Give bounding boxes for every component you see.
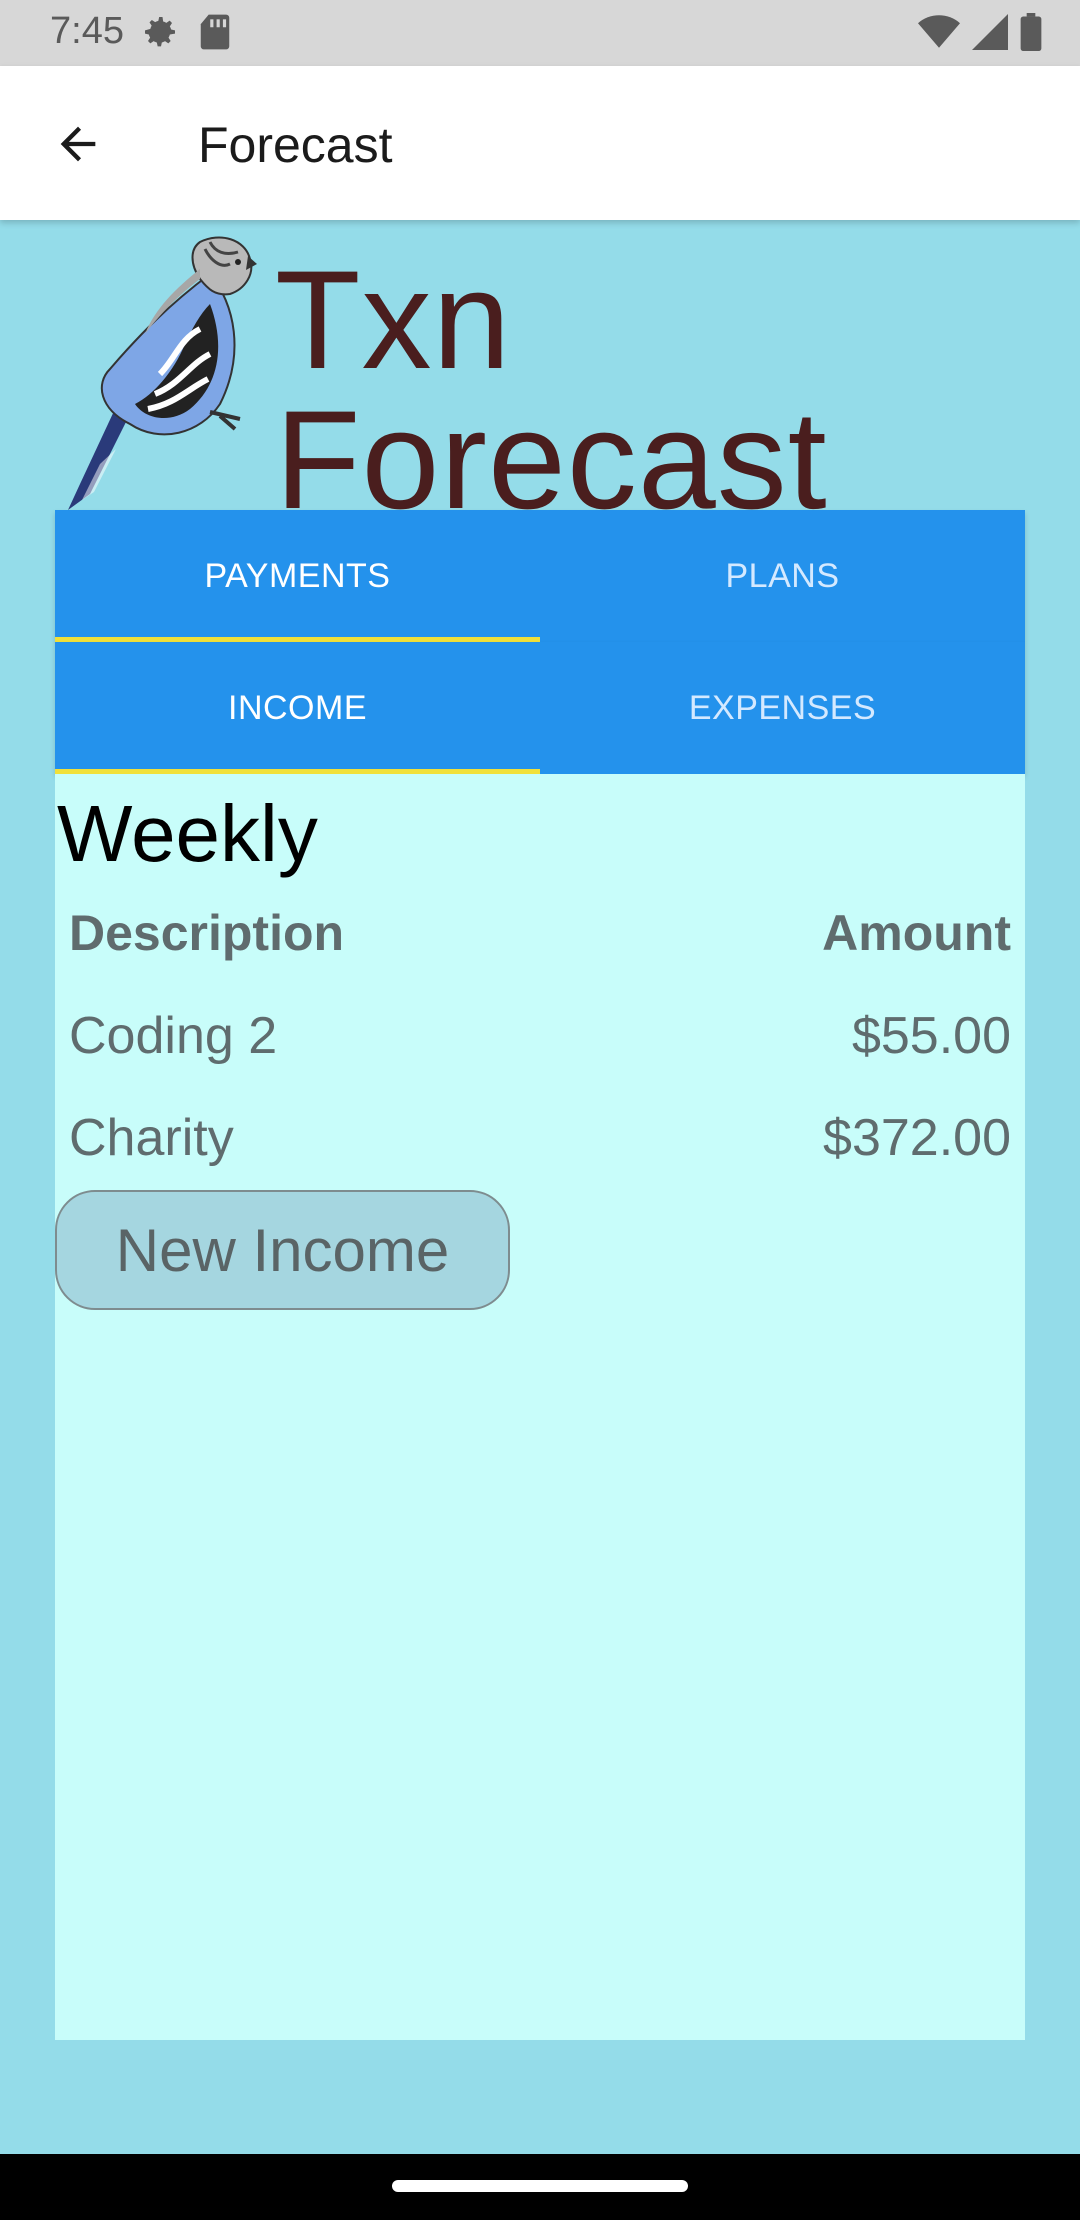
sub-tab-bar: INCOME EXPENSES <box>55 642 1025 774</box>
home-gesture-handle[interactable] <box>392 2180 688 2192</box>
parakeet-bird-logo <box>68 236 257 510</box>
brand-title: Txn Forecast <box>275 241 828 538</box>
table-row[interactable]: Coding 2 $55.00 <box>69 1006 1011 1066</box>
status-left-icons <box>140 14 232 54</box>
row-description: Charity <box>69 1109 234 1167</box>
battery-icon <box>1020 12 1042 56</box>
row-amount: $372.00 <box>823 1109 1011 1167</box>
settings-gear-icon <box>140 12 180 57</box>
status-time: 7:45 <box>50 10 124 52</box>
back-button[interactable] <box>40 106 116 182</box>
column-header-amount: Amount <box>822 905 1011 961</box>
arrow-back-icon <box>60 126 96 162</box>
income-panel: Weekly Description Amount Coding 2 $55.0… <box>55 774 1025 2040</box>
cell-signal-icon <box>972 13 1008 55</box>
new-income-button[interactable]: New Income <box>55 1190 510 1310</box>
row-description: Coding 2 <box>69 1007 278 1065</box>
section-title: Weekly <box>57 789 318 878</box>
status-right-icons <box>918 12 1042 56</box>
sd-card-icon <box>198 13 232 56</box>
tab-plans[interactable]: PLANS <box>540 510 1025 642</box>
table-header: Description Amount <box>69 904 1011 962</box>
row-amount: $55.00 <box>851 1007 1011 1065</box>
wifi-icon <box>918 14 960 55</box>
table-row[interactable]: Charity $372.00 <box>69 1108 1011 1168</box>
column-header-description: Description <box>69 905 345 961</box>
tab-income[interactable]: INCOME <box>55 642 540 774</box>
system-nav-bar <box>0 2154 1080 2220</box>
status-bar: 7:45 <box>0 0 1080 66</box>
brand-header: Txn Forecast <box>0 220 1080 530</box>
app-title: Forecast <box>198 117 393 173</box>
main-tab-bar: PAYMENTS PLANS <box>55 510 1025 642</box>
tab-expenses[interactable]: EXPENSES <box>540 642 1025 774</box>
app-bar: Forecast <box>0 66 1080 220</box>
tab-payments[interactable]: PAYMENTS <box>55 510 540 642</box>
